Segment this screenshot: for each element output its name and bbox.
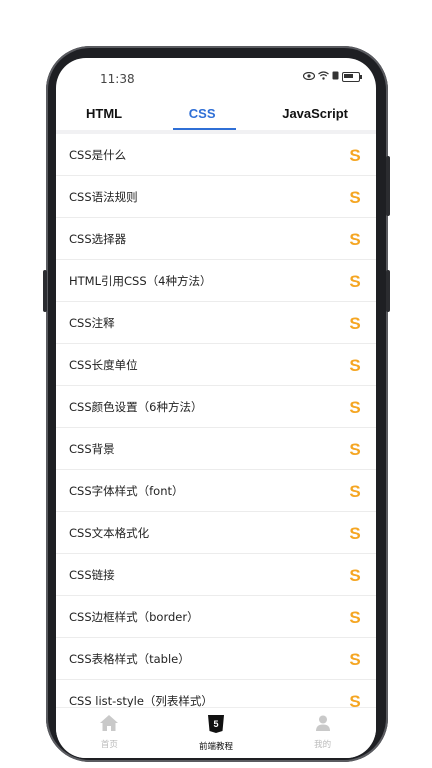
svg-text:S: S	[349, 147, 360, 163]
list-item-label: CSS背景	[69, 441, 115, 456]
svg-text:S: S	[349, 609, 360, 625]
list-item-label: CSS长度单位	[69, 357, 138, 372]
list-item-css-comments[interactable]: CSS注释 S	[56, 302, 376, 344]
dollar-s-icon: S	[348, 692, 362, 709]
list-item-css-syntax[interactable]: CSS语法规则 S	[56, 176, 376, 218]
list-item-css-colors[interactable]: CSS颜色设置（6种方法） S	[56, 386, 376, 428]
status-bar: 11:38	[56, 58, 376, 96]
dollar-s-icon: S	[348, 524, 362, 542]
svg-text:S: S	[349, 357, 360, 373]
svg-text:S: S	[349, 483, 360, 499]
list-item-label: HTML引用CSS（4种方法）	[69, 273, 212, 288]
list-item-css-units[interactable]: CSS长度单位 S	[56, 344, 376, 386]
list-item-label: CSS选择器	[69, 231, 127, 246]
nav-home[interactable]: 首页	[56, 708, 163, 758]
svg-text:S: S	[349, 567, 360, 583]
svg-text:S: S	[349, 651, 360, 667]
list-item-css-font[interactable]: CSS字体样式（font） S	[56, 470, 376, 512]
tab-bar: HTML CSS JavaScript	[56, 96, 376, 130]
list-item-label: CSS list-style（列表样式）	[69, 693, 213, 708]
bottom-nav: 首页 5 前端教程 我的	[56, 707, 376, 758]
active-tab-indicator	[173, 128, 236, 130]
list-item-label: CSS注释	[69, 315, 115, 330]
sim-icon	[332, 71, 339, 82]
list-item-css-background[interactable]: CSS背景 S	[56, 428, 376, 470]
list-item-label: CSS链接	[69, 567, 115, 582]
svg-text:S: S	[349, 273, 360, 289]
svg-text:S: S	[349, 315, 360, 331]
html5-icon: 5	[207, 714, 225, 738]
power-button-lower	[386, 270, 390, 312]
svg-text:S: S	[349, 189, 360, 205]
power-button-upper	[386, 156, 390, 216]
nav-tutorials[interactable]: 5 前端教程	[163, 708, 270, 758]
dollar-s-icon: S	[348, 230, 362, 248]
list-item-label: CSS语法规则	[69, 189, 138, 204]
status-icons	[302, 71, 362, 82]
tab-html[interactable]: HTML	[86, 98, 122, 129]
list-item-label: CSS表格样式（table）	[69, 651, 190, 666]
list-item-css-border[interactable]: CSS边框样式（border） S	[56, 596, 376, 638]
list-item-css-what[interactable]: CSS是什么 S	[56, 134, 376, 176]
list-item-label: CSS颜色设置（6种方法）	[69, 399, 203, 414]
nav-label-profile: 我的	[314, 740, 332, 750]
dollar-s-icon: S	[348, 146, 362, 164]
dollar-s-icon: S	[348, 272, 362, 290]
dollar-s-icon: S	[348, 314, 362, 332]
wifi-icon	[318, 71, 329, 82]
svg-text:S: S	[349, 693, 360, 709]
dollar-s-icon: S	[348, 440, 362, 458]
list-item-label: CSS文本格式化	[69, 525, 150, 540]
tutorial-list: CSS是什么 S CSS语法规则 S CSS选择器 S HTML引用CSS（4种…	[56, 134, 376, 708]
list-item-html-reference-css[interactable]: HTML引用CSS（4种方法） S	[56, 260, 376, 302]
svg-text:5: 5	[213, 719, 218, 729]
dollar-s-icon: S	[348, 188, 362, 206]
list-item-css-links[interactable]: CSS链接 S	[56, 554, 376, 596]
list-item-label: CSS是什么	[69, 147, 127, 162]
nav-label-tutorials: 前端教程	[199, 742, 234, 752]
dollar-s-icon: S	[348, 356, 362, 374]
tab-css[interactable]: CSS	[189, 98, 216, 129]
dollar-s-icon: S	[348, 566, 362, 584]
svg-text:S: S	[349, 231, 360, 247]
svg-text:S: S	[349, 525, 360, 541]
nav-label-home: 首页	[100, 740, 118, 750]
volume-button	[43, 270, 47, 312]
battery-icon	[342, 71, 362, 82]
list-item-css-selectors[interactable]: CSS选择器 S	[56, 218, 376, 260]
list-item-css-list-style[interactable]: CSS list-style（列表样式） S	[56, 680, 376, 709]
dollar-s-icon: S	[348, 398, 362, 416]
svg-text:S: S	[349, 399, 360, 415]
eye-icon	[302, 71, 316, 82]
tab-javascript[interactable]: JavaScript	[282, 98, 348, 129]
dollar-s-icon: S	[348, 608, 362, 626]
app-screen: 11:38 HTML CSS JavaScript CSS是什么 S CSS语法…	[56, 58, 376, 758]
home-icon	[99, 714, 119, 736]
status-time: 11:38	[100, 72, 135, 86]
list-item-css-text-format[interactable]: CSS文本格式化 S	[56, 512, 376, 554]
nav-profile[interactable]: 我的	[269, 708, 376, 758]
list-item-css-table[interactable]: CSS表格样式（table） S	[56, 638, 376, 680]
user-icon	[314, 714, 332, 736]
list-item-label: CSS字体样式（font）	[69, 483, 184, 498]
dollar-s-icon: S	[348, 482, 362, 500]
dollar-s-icon: S	[348, 650, 362, 668]
svg-text:S: S	[349, 441, 360, 457]
list-item-label: CSS边框样式（border）	[69, 609, 199, 624]
